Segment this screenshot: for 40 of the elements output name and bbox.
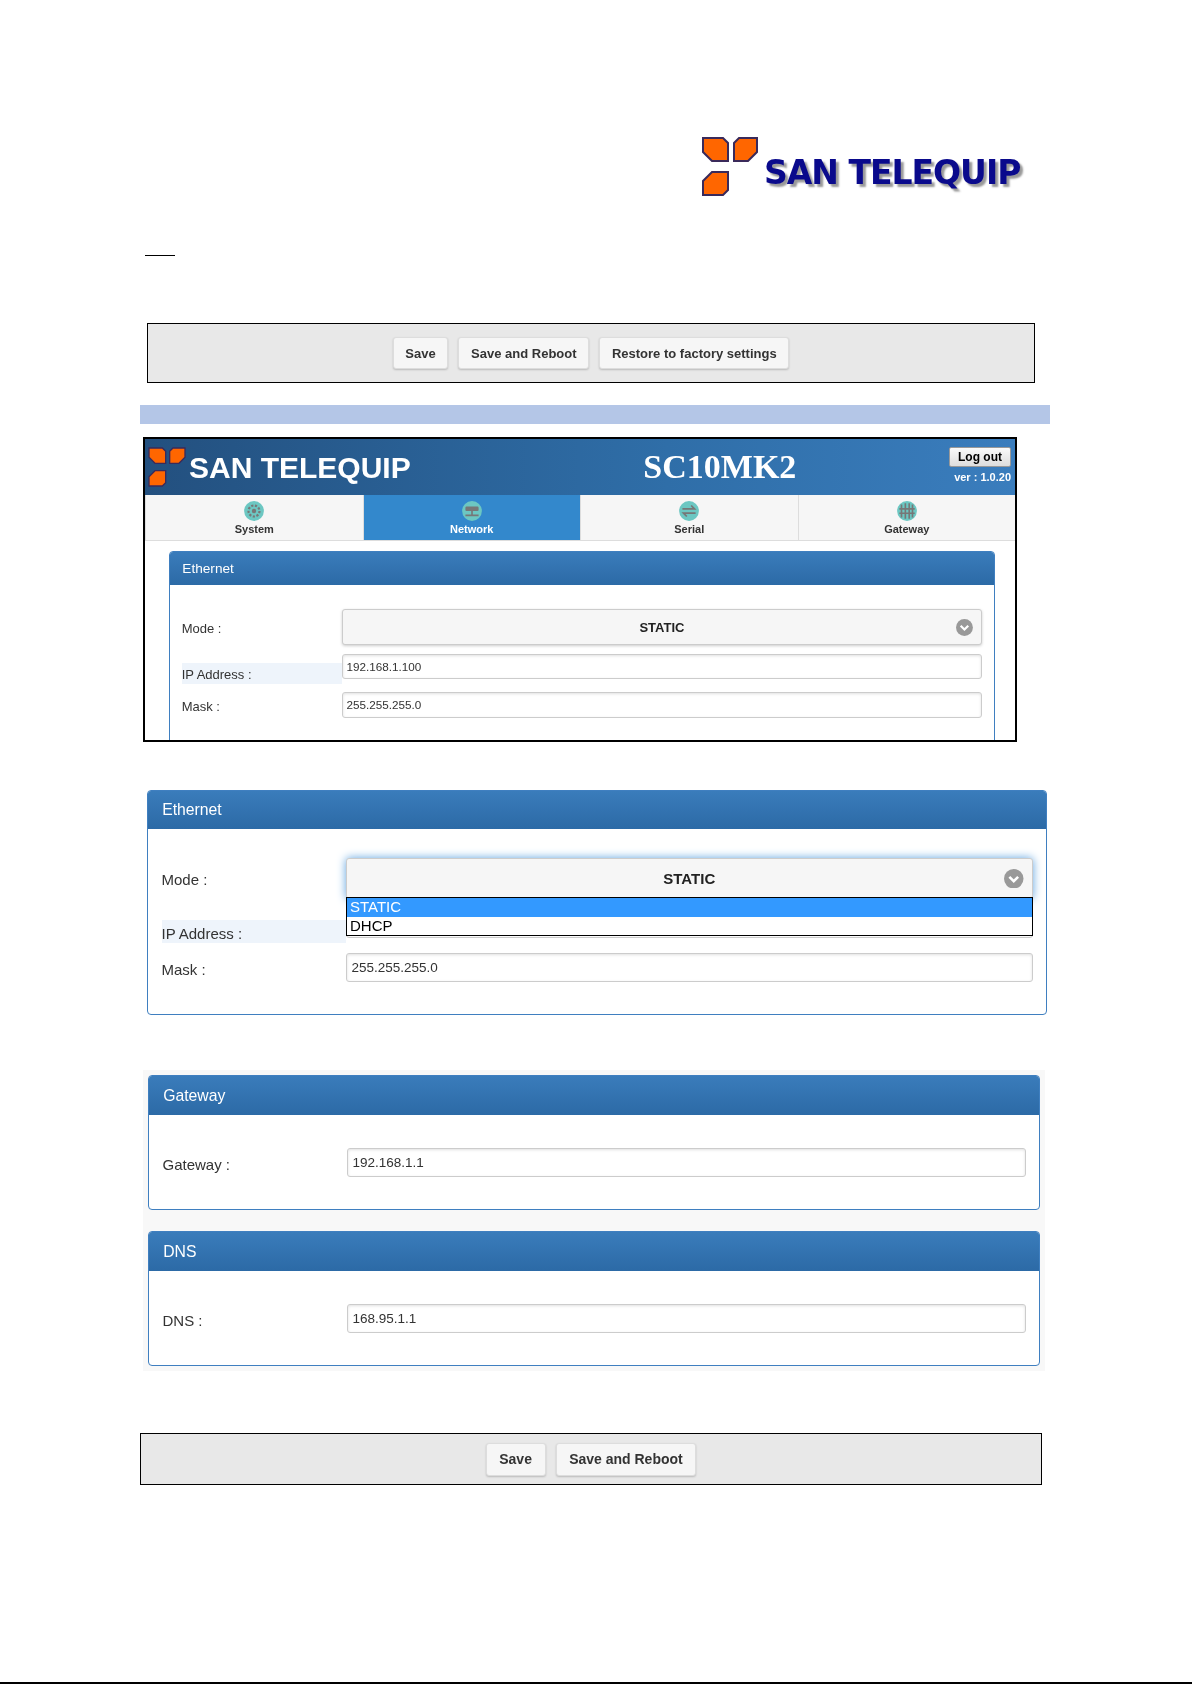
gear-icon [243, 500, 266, 522]
panel-title: Ethernet [182, 560, 234, 576]
field-label: Mode : [161, 870, 209, 890]
logo-text: SAN TELEQUIP [764, 153, 1021, 192]
chevron-down-icon [1004, 868, 1024, 889]
input-field[interactable]: 168.95.1.1 [347, 1304, 1026, 1334]
nav-tab[interactable]: Network [362, 495, 580, 540]
input-field[interactable]: 192.168.1.100 [341, 653, 983, 680]
toolbar-button[interactable]: Save [392, 337, 449, 369]
toolbar-button[interactable]: Save and Reboot [555, 1442, 697, 1477]
field-label: Mask : [181, 697, 221, 716]
panel-title: Ethernet [162, 801, 222, 819]
app-logo-text: SAN TELEQUIP [189, 450, 411, 484]
field-label: Mask : [161, 959, 207, 980]
device-title: SC10MK2 [643, 448, 797, 486]
field-label: Gateway : [162, 1154, 232, 1175]
panel-title: DNS [163, 1242, 197, 1260]
toolbar-button[interactable]: Save and Reboot [458, 337, 590, 369]
app-logo-mark-icon [147, 446, 187, 488]
panel-title: Gateway [163, 1086, 226, 1104]
nav-tab[interactable]: System [145, 495, 363, 540]
field-label: IP Address : [181, 663, 342, 684]
logout-button[interactable]: Log out [949, 447, 1011, 467]
field-label: Mode : [181, 620, 223, 638]
toolbar-button[interactable]: Save [485, 1442, 546, 1477]
field-label: DNS : [162, 1310, 204, 1331]
mode-select[interactable]: STATIC [346, 857, 1033, 899]
nav-tab[interactable]: Gateway [797, 495, 1015, 540]
arrows-icon [678, 500, 701, 522]
field-label: IP Address : [161, 920, 346, 944]
network-device-icon [460, 500, 483, 522]
nav-tab[interactable]: Serial [580, 495, 798, 540]
toolbar-button[interactable]: Restore to factory settings [599, 337, 790, 369]
version-label: ver : 1.0.20 [954, 471, 1011, 483]
input-field[interactable]: 255.255.255.0 [341, 692, 983, 718]
mode-select[interactable]: STATIC [341, 609, 983, 646]
input-field[interactable]: 192.168.1.1 [347, 1148, 1026, 1178]
input-field[interactable]: 255.255.255.0 [346, 953, 1033, 983]
chevron-down-icon [956, 618, 974, 636]
logo-mark-icon [700, 135, 760, 198]
